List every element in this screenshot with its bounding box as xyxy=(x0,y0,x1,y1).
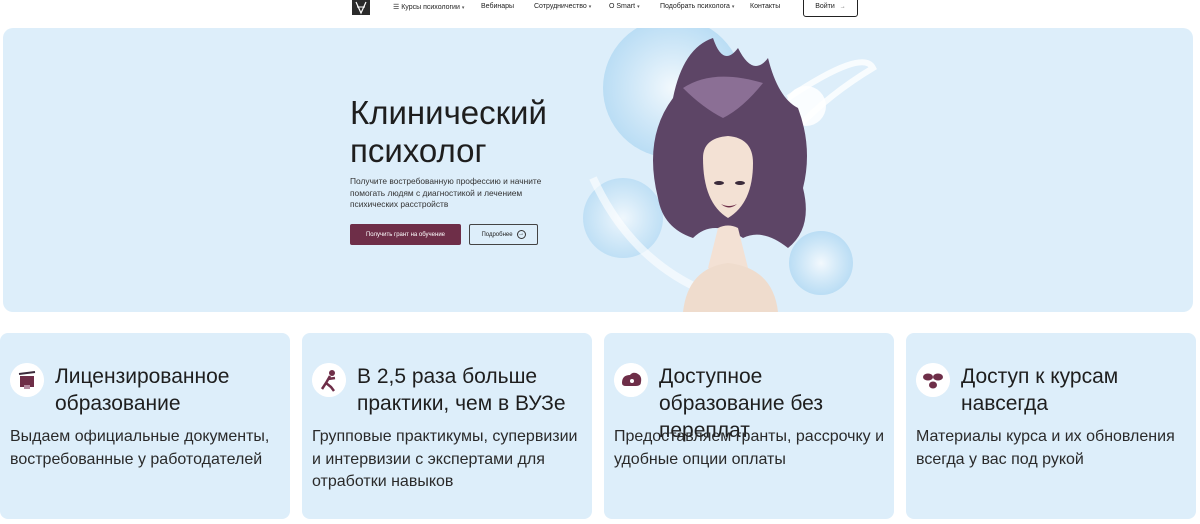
chevron-down-icon: ▾ xyxy=(461,5,465,11)
nav-webinars-label: Вебинары xyxy=(481,3,515,10)
chevron-down-icon: ▾ xyxy=(731,4,735,10)
nav-contacts-label: Контакты xyxy=(750,3,781,10)
login-label: Войти xyxy=(815,3,835,10)
feature-text: Предоставляем гранты, рассрочку и удобны… xyxy=(614,428,885,468)
nav-courses[interactable]: ☰ Курсы психологии ▾ xyxy=(393,3,464,11)
license-icon xyxy=(10,363,44,397)
feature-text: Групповые практикумы, супервизии и интер… xyxy=(312,428,578,490)
access-forever-icon xyxy=(916,363,950,397)
woman-portrait-illustration xyxy=(583,28,877,312)
nav-cooperation-label: Сотрудничество xyxy=(534,3,587,10)
nav-contacts[interactable]: Контакты xyxy=(750,3,780,10)
feature-title: Доступ к курсам навсегда xyxy=(961,365,1119,415)
top-nav: ☰ Курсы психологии ▾ Вебинары Сотрудничес… xyxy=(0,0,1200,22)
login-button[interactable]: Войти → xyxy=(803,0,858,17)
feature-card-practice: В 2,5 раза больше практики, чем в ВУЗе Г… xyxy=(302,333,592,519)
nav-about[interactable]: О Smart ▾ xyxy=(609,3,640,10)
feature-card-affordable: Доступное образование без переплат Предо… xyxy=(604,333,894,519)
chevron-down-icon: ▾ xyxy=(637,4,640,10)
nav-find-psychologist[interactable]: Подобрать психолога ▾ xyxy=(660,3,734,10)
practice-icon xyxy=(312,363,346,397)
feature-text: Выдаем официальные документы, востребова… xyxy=(10,428,270,468)
nav-find-psychologist-label: Подобрать психолога xyxy=(660,3,730,10)
get-grant-button[interactable]: Получить грант на обучение xyxy=(350,224,461,245)
arrow-circle-icon: → xyxy=(516,230,526,239)
feature-title: В 2,5 раза больше практики, чем в ВУЗе xyxy=(357,365,566,415)
hero-subtitle: Получите востребованную профессию и начн… xyxy=(350,176,542,209)
hero-title: Клинический психолог xyxy=(350,94,547,169)
chevron-down-icon: ▾ xyxy=(588,4,592,10)
more-info-button[interactable]: Подробнее → xyxy=(469,224,538,245)
feature-title: Лицензированное образование xyxy=(55,365,230,415)
more-info-label: Подробнее xyxy=(481,231,513,238)
feature-card-access: Доступ к курсам навсегда Материалы курса… xyxy=(906,333,1196,519)
feature-text: Материалы курса и их обновления всегда у… xyxy=(916,428,1175,468)
brand-logo-icon[interactable] xyxy=(352,0,370,15)
feature-card-license: Лицензированное образование Выдаем офици… xyxy=(0,333,290,519)
nav-cooperation[interactable]: Сотрудничество ▾ xyxy=(534,3,591,10)
affordable-icon xyxy=(614,363,648,397)
nav-about-label: О Smart xyxy=(609,3,636,10)
nav-webinars[interactable]: Вебинары xyxy=(481,3,514,10)
hero-banner: Клинический психолог Получите востребова… xyxy=(3,28,1193,312)
arrow-right-icon: → xyxy=(839,3,846,10)
nav-courses-label: ☰ Курсы психологии xyxy=(393,4,460,11)
